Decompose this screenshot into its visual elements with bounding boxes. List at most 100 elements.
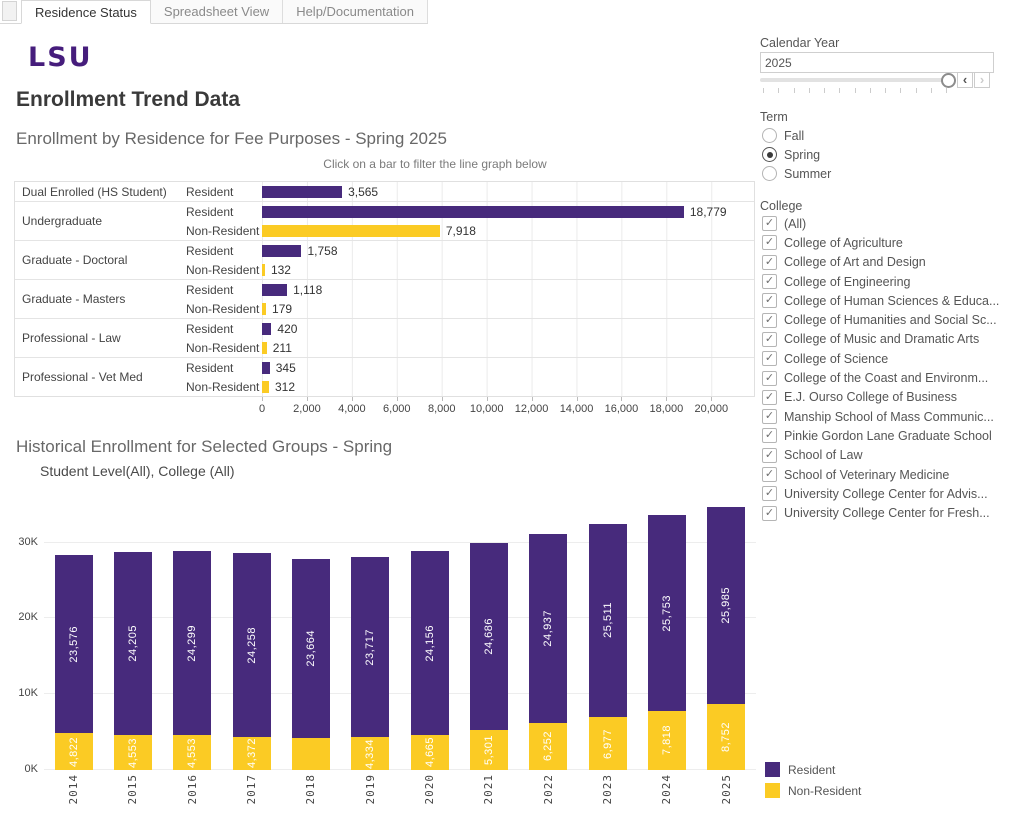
stacked-bar[interactable]: 24,2584,372 xyxy=(222,497,281,770)
dashboard: Residence Status Spreadsheet View Help/D… xyxy=(0,0,1009,828)
resident-segment[interactable]: 23,717 xyxy=(351,557,389,737)
resident-bar[interactable] xyxy=(262,323,271,335)
resident-bar[interactable] xyxy=(262,362,270,374)
non-resident-segment[interactable] xyxy=(292,738,330,770)
slider-tick xyxy=(824,88,825,93)
resident-segment[interactable]: 23,664 xyxy=(292,559,330,738)
resident-segment[interactable]: 23,576 xyxy=(55,555,93,734)
resident-segment[interactable]: 24,258 xyxy=(233,553,271,737)
stacked-bar[interactable]: 24,205 4,553 xyxy=(103,497,162,770)
tab-spreadsheet-view[interactable]: Spreadsheet View xyxy=(151,0,283,23)
stacked-bar[interactable]: 23,7174,334 xyxy=(341,497,400,770)
non-resident-segment[interactable]: 8,752 xyxy=(707,704,745,770)
chevron-right-icon[interactable]: › xyxy=(974,72,990,88)
slider-tick xyxy=(931,88,932,93)
segment-value-label: 4,553 xyxy=(127,738,139,768)
college-option[interactable]: ✓(All) xyxy=(762,214,999,233)
college-checkbox-list: ✓(All)✓College of Agriculture✓College of… xyxy=(762,214,999,523)
checkbox-label: Pinkie Gordon Lane Graduate School xyxy=(784,429,992,443)
non-resident-bar[interactable] xyxy=(262,264,265,276)
legend-item[interactable]: Non-Resident xyxy=(765,783,861,798)
college-option[interactable]: ✓College of Humanities and Social Sc... xyxy=(762,310,999,329)
non-resident-bar[interactable] xyxy=(262,303,266,315)
college-option[interactable]: ✓College of Human Sciences & Educa... xyxy=(762,291,999,310)
stacked-bar[interactable]: 23,664 xyxy=(281,497,340,770)
resident-segment[interactable]: 24,156 xyxy=(411,551,449,734)
college-option[interactable]: ✓College of Agriculture xyxy=(762,233,999,252)
college-option[interactable]: ✓E.J. Ourso College of Business xyxy=(762,388,999,407)
stacked-bar[interactable]: 23,5764,822 xyxy=(44,497,103,770)
residence-group: Professional - Vet MedResident345Non-Res… xyxy=(15,357,754,396)
non-resident-segment[interactable]: 4,334 xyxy=(351,737,389,770)
calendar-year-slider-handle[interactable] xyxy=(941,73,956,88)
college-option[interactable]: ✓University College Center for Fresh... xyxy=(762,503,999,522)
stacked-bar[interactable]: 24,2994,553 xyxy=(163,497,222,770)
x-tick-mark xyxy=(532,397,533,401)
tab-residence-status[interactable]: Residence Status xyxy=(21,0,151,24)
non-resident-segment[interactable]: 6,252 xyxy=(529,723,567,770)
chevron-left-icon[interactable]: ‹ xyxy=(957,72,973,88)
college-option[interactable]: ✓Manship School of Mass Communic... xyxy=(762,407,999,426)
college-option[interactable]: ✓College of Music and Dramatic Arts xyxy=(762,330,999,349)
term-option-spring[interactable]: Spring xyxy=(762,145,831,164)
bar-row: Non-Resident179 xyxy=(186,299,754,318)
bar-row: Non-Resident132 xyxy=(186,260,754,279)
segment-value-label: 25,753 xyxy=(661,595,673,632)
non-resident-segment[interactable]: 4,553 xyxy=(173,735,211,770)
college-option[interactable]: ✓College of Engineering xyxy=(762,272,999,291)
non-resident-segment[interactable]: 4,372 xyxy=(233,737,271,770)
checkbox-label: College of Music and Dramatic Arts xyxy=(784,332,979,346)
tab-scroll-stub[interactable] xyxy=(2,1,17,21)
stacked-bar[interactable]: 24,9376,252 xyxy=(519,497,578,770)
college-option[interactable]: ✓College of Science xyxy=(762,349,999,368)
non-resident-segment[interactable]: 4,553 xyxy=(114,735,152,770)
stacked-bar[interactable]: 24,1564,665 xyxy=(400,497,459,770)
segment-value-label: 24,205 xyxy=(127,625,139,662)
legend-swatch xyxy=(765,762,780,777)
non-resident-segment[interactable]: 5,301 xyxy=(470,730,508,770)
radio-icon xyxy=(762,147,777,162)
college-option[interactable]: ✓College of Art and Design xyxy=(762,253,999,272)
resident-bar[interactable] xyxy=(262,206,684,218)
non-resident-segment[interactable]: 7,818 xyxy=(648,711,686,770)
college-option[interactable]: ✓Pinkie Gordon Lane Graduate School xyxy=(762,426,999,445)
resident-segment[interactable]: 24,937 xyxy=(529,534,567,723)
term-option-summer[interactable]: Summer xyxy=(762,164,831,183)
stacked-bar[interactable]: 24,6865,301 xyxy=(459,497,518,770)
residence-type-label: Resident xyxy=(186,322,262,336)
resident-bar[interactable] xyxy=(262,186,342,198)
slider-tick xyxy=(885,88,886,93)
checkbox-label: E.J. Ourso College of Business xyxy=(784,390,957,404)
resident-segment[interactable]: 25,753 xyxy=(648,515,686,710)
calendar-year-input[interactable] xyxy=(760,52,994,73)
college-option[interactable]: ✓College of the Coast and Environm... xyxy=(762,368,999,387)
legend-item[interactable]: Resident xyxy=(765,762,861,777)
resident-segment[interactable]: 25,985 xyxy=(707,507,745,704)
college-option[interactable]: ✓School of Law xyxy=(762,446,999,465)
resident-segment[interactable]: 25,511 xyxy=(589,524,627,717)
resident-bar[interactable] xyxy=(262,284,287,296)
non-resident-bar[interactable] xyxy=(262,342,267,354)
resident-segment[interactable]: 24,686 xyxy=(470,543,508,730)
calendar-year-slider-track[interactable] xyxy=(760,78,946,82)
resident-segment[interactable]: 24,299 xyxy=(173,551,211,735)
non-resident-segment[interactable]: 4,665 xyxy=(411,735,449,770)
non-resident-bar[interactable] xyxy=(262,381,269,393)
non-resident-bar[interactable] xyxy=(262,225,440,237)
x-tick-mark xyxy=(307,397,308,401)
x-tick-mark xyxy=(621,397,622,401)
historical-chart-subtitle: Student Level(All), College (All) xyxy=(40,463,235,479)
legend-label: Non-Resident xyxy=(788,784,861,798)
term-option-fall[interactable]: Fall xyxy=(762,126,831,145)
tab-help-documentation[interactable]: Help/Documentation xyxy=(283,0,428,23)
resident-bar[interactable] xyxy=(262,245,301,257)
resident-segment[interactable]: 24,205 xyxy=(114,552,152,736)
college-option[interactable]: ✓School of Veterinary Medicine xyxy=(762,465,999,484)
radio-label: Fall xyxy=(784,129,804,143)
non-resident-segment[interactable]: 4,822 xyxy=(55,733,93,770)
stacked-bar[interactable]: 25,5116,977 xyxy=(578,497,637,770)
stacked-bar[interactable]: 25,9858,752 xyxy=(697,497,756,770)
college-option[interactable]: ✓University College Center for Advis... xyxy=(762,484,999,503)
non-resident-segment[interactable]: 6,977 xyxy=(589,717,627,770)
stacked-bar[interactable]: 25,753 7,818 xyxy=(637,497,696,770)
